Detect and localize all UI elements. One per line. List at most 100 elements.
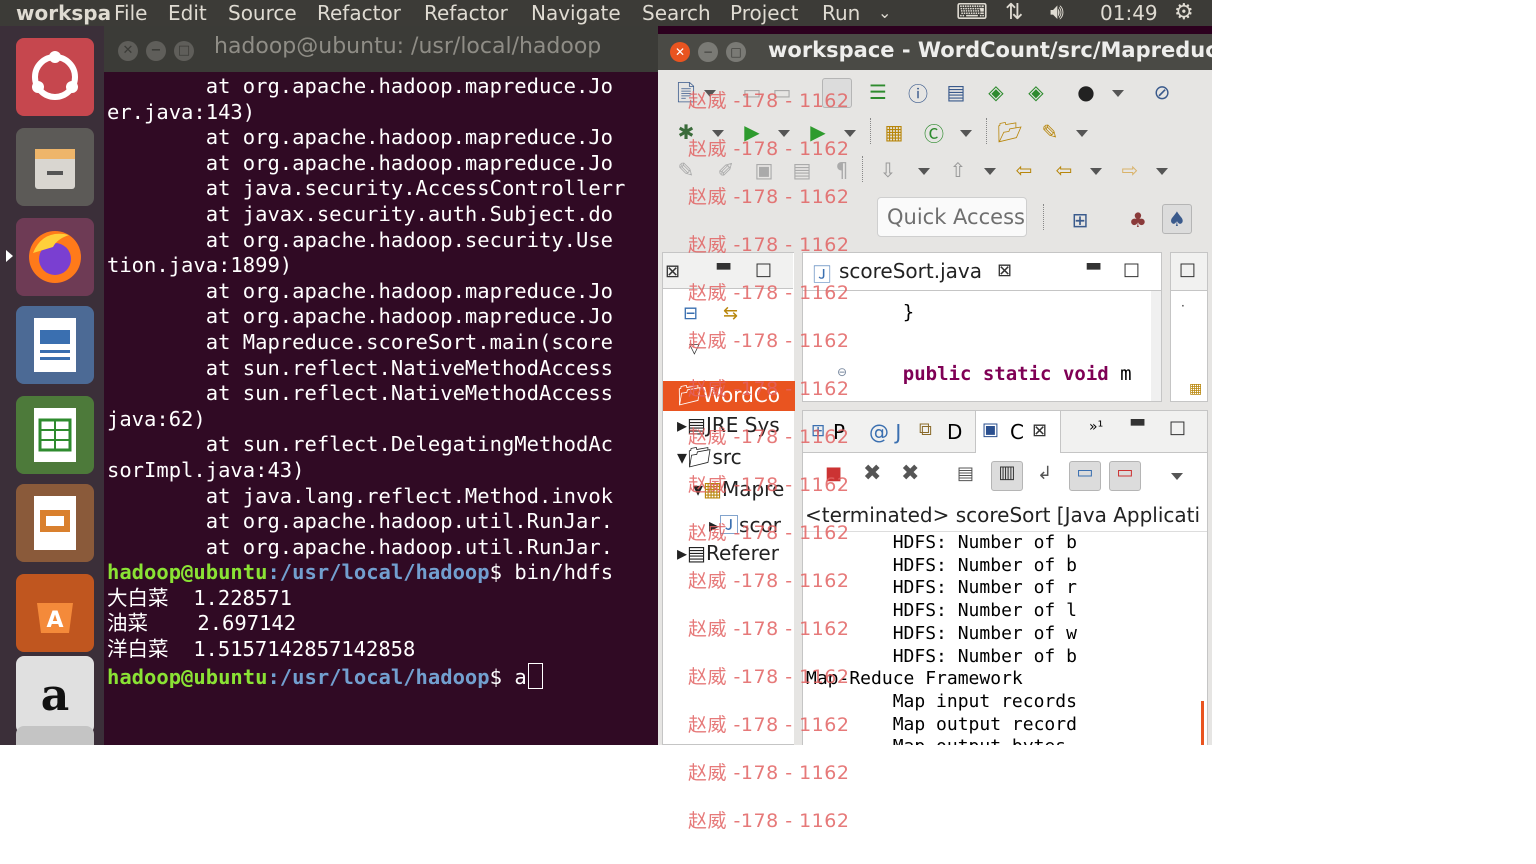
watermark-text: 赵威 -178 - 1162 <box>688 762 850 784</box>
menu-navigate[interactable]: Navigate <box>531 0 621 26</box>
prompt-symbol: $ <box>489 560 515 585</box>
terminal-line: sorImpl.java:43) <box>107 457 305 482</box>
gear-icon[interactable]: ⚙ <box>1174 0 1194 26</box>
prompt-line[interactable]: hadoop@ubuntu:/usr/local/hadoop$ a <box>107 662 658 691</box>
close-icon[interactable]: ⊠ <box>665 261 680 282</box>
tab-declaration[interactable]: D <box>947 420 962 444</box>
writer-icon[interactable] <box>16 306 94 384</box>
menu-search[interactable]: Search <box>642 0 711 26</box>
maximize-icon[interactable]: □ <box>174 41 194 61</box>
keyboard-icon[interactable]: ⌨ <box>956 0 988 26</box>
new-class-icon[interactable]: Ⓒ <box>920 118 948 146</box>
scroll-lock-icon[interactable]: ▥ <box>991 461 1023 491</box>
close-icon[interactable]: ✕ <box>118 41 138 61</box>
impress-icon[interactable] <box>16 484 94 562</box>
menu-project[interactable]: Project <box>730 0 798 26</box>
show-on-error-icon[interactable]: ▭ <box>1109 461 1141 491</box>
maximize-icon[interactable]: □ <box>1169 417 1186 438</box>
open-task-icon[interactable]: ◈ <box>1022 78 1050 106</box>
menu-overflow-icon[interactable]: ⌄ <box>878 0 891 26</box>
list-icon[interactable]: ☰ <box>864 78 892 106</box>
maximize-icon[interactable]: □ <box>726 42 746 62</box>
volume-icon[interactable]: 🔊︎ <box>1050 0 1064 26</box>
code-editor[interactable]: 🄹 scoreSort.java ⊠ ▬ □ } ⊖ public static… <box>802 252 1162 402</box>
forward-icon[interactable]: ⇨ <box>1116 156 1144 184</box>
more-tabs-icon[interactable]: »¹ <box>1089 419 1103 435</box>
minimize-icon[interactable]: − <box>146 41 166 61</box>
maximize-icon[interactable]: □ <box>755 259 772 280</box>
console-header: <terminated> scoreSort [Java Applicati <box>805 503 1201 527</box>
next-annotation-icon[interactable]: ⇩ <box>874 156 902 184</box>
chevron-down-icon[interactable] <box>984 168 996 175</box>
chevron-down-icon[interactable] <box>1076 130 1088 137</box>
clock[interactable]: 01:49 <box>1100 0 1158 26</box>
firefox-icon[interactable] <box>16 218 94 296</box>
last-edit-icon[interactable]: ⇦ <box>1010 156 1038 184</box>
maximize-icon[interactable]: □ <box>1123 259 1140 280</box>
terminal-window[interactable]: ✕ − □ hadoop@ubuntu: /usr/local/hadoop a… <box>104 26 658 745</box>
info-icon[interactable]: ⓘ <box>904 78 932 106</box>
declaration-icon[interactable]: ⧉ <box>919 419 932 440</box>
editor-tab-title[interactable]: scoreSort.java <box>839 259 982 283</box>
menu-file[interactable]: File <box>114 0 147 26</box>
close-icon[interactable]: ⊠ <box>997 260 1012 281</box>
minimize-icon[interactable]: ▬ <box>715 255 732 276</box>
files-icon[interactable] <box>16 128 94 206</box>
menu-source[interactable]: Source <box>228 0 297 26</box>
result-value: 1.5157142857142858 <box>193 637 416 662</box>
perspective-debug-icon[interactable]: ♠ <box>1162 204 1192 234</box>
quick-access-input[interactable]: Quick Access <box>877 197 1027 237</box>
minimize-icon[interactable]: ▬ <box>1085 255 1102 276</box>
chevron-down-icon[interactable] <box>1171 473 1183 480</box>
calc-icon[interactable] <box>16 396 94 474</box>
software-center-icon[interactable]: A <box>16 574 94 652</box>
menu-edit[interactable]: Edit <box>168 0 207 26</box>
open-type-icon[interactable]: ◈ <box>982 78 1010 106</box>
remove-all-icon[interactable]: ✖ <box>901 461 919 486</box>
maximize-icon[interactable]: □ <box>1179 259 1196 280</box>
outline-view: □ · ▦ <box>1170 252 1208 402</box>
terminal-line: tion.java:1899) <box>107 253 293 278</box>
ubuntu-dash-icon[interactable] <box>16 38 94 116</box>
open-perspective-icon[interactable]: ⊞ <box>1066 206 1094 234</box>
word-wrap-icon[interactable]: ↲ <box>1037 463 1052 484</box>
close-icon[interactable]: ⊠ <box>1032 420 1047 441</box>
open-folder-icon[interactable]: 📂︎ <box>996 118 1024 146</box>
perspective-java-icon[interactable]: ♣ <box>1124 206 1152 234</box>
editor-scrollbar[interactable] <box>1151 291 1161 401</box>
show-on-output-icon[interactable]: ▭ <box>1069 461 1101 491</box>
chevron-down-icon[interactable] <box>1112 90 1124 97</box>
menu-refactor-2[interactable]: Refactor <box>424 0 508 26</box>
code-line-method: public static void m <box>902 363 1132 385</box>
menu-run[interactable]: Run <box>822 0 860 26</box>
collapse-all-icon[interactable]: ⊟ <box>683 303 698 324</box>
clear-console-icon[interactable]: ▤ <box>957 463 974 484</box>
tab-javadoc[interactable]: @ J <box>869 420 901 444</box>
chevron-down-icon[interactable] <box>918 168 930 175</box>
chevron-down-icon[interactable] <box>960 130 972 137</box>
minimize-icon[interactable]: ▬ <box>1129 411 1146 432</box>
console-scrollbar[interactable] <box>1201 701 1204 745</box>
close-icon[interactable]: ✕ <box>670 42 690 62</box>
new-package-icon[interactable]: ▦ <box>880 118 908 146</box>
dot-icon: · <box>1181 299 1185 313</box>
updates-icon[interactable] <box>16 726 94 745</box>
amazon-icon[interactable]: a <box>16 656 94 734</box>
command-input[interactable]: a <box>514 665 526 689</box>
link-editor-icon[interactable]: ⇆ <box>723 303 738 324</box>
pin-icon[interactable]: ⊘ <box>1148 78 1176 106</box>
chevron-down-icon[interactable] <box>1090 168 1102 175</box>
menu-refactor[interactable]: Refactor <box>317 0 401 26</box>
watermark-text: 赵威 -178 - 1162 <box>688 378 850 400</box>
network-icon[interactable]: ⇅ <box>1005 0 1023 26</box>
document-icon[interactable]: ▤ <box>942 78 970 106</box>
search-tool-icon[interactable]: ✎ <box>1036 118 1064 146</box>
tab-console-active[interactable]: ▣ C ⊠ <box>975 411 1061 453</box>
remove-launch-icon[interactable]: ✖ <box>863 461 881 486</box>
prev-annotation-icon[interactable]: ⇧ <box>944 156 972 184</box>
minimize-icon[interactable]: − <box>698 42 718 62</box>
profile-icon[interactable]: ● <box>1072 78 1100 106</box>
back-icon[interactable]: ⇦ <box>1050 156 1078 184</box>
chevron-down-icon[interactable] <box>1156 168 1168 175</box>
prompt-user: hadoop@ubuntu <box>107 560 268 585</box>
